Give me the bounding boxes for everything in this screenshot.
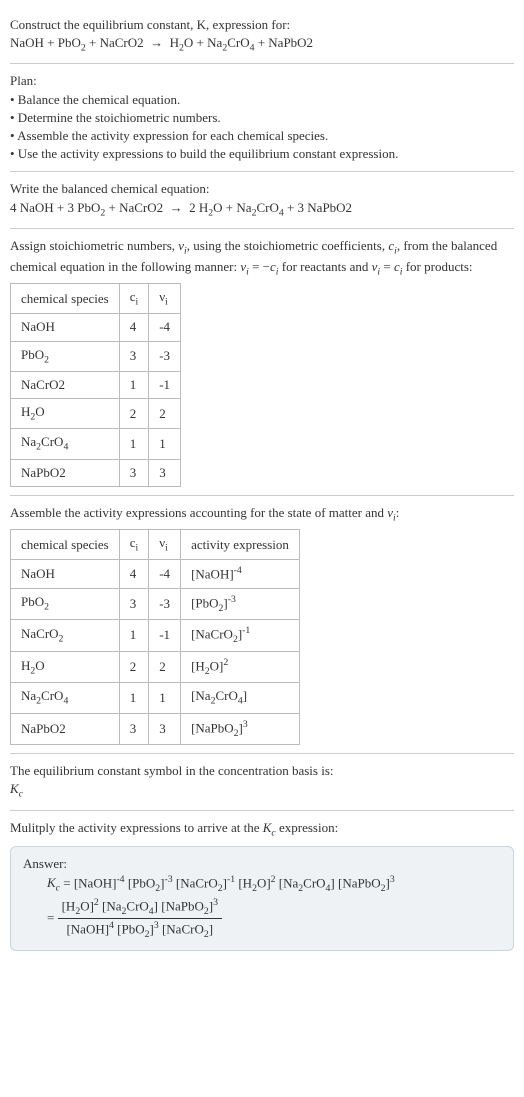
balanced-eq-heading: Write the balanced chemical equation: [10, 180, 514, 198]
activity-section: Assemble the activity expressions accoun… [10, 496, 514, 754]
stoich-table: chemical species ci νi NaOH4-4 PbO23-3 N… [10, 283, 181, 487]
stoich-intro: Assign stoichiometric numbers, νi, using… [10, 237, 514, 279]
col-species: chemical species [11, 529, 120, 559]
plan-section: Plan: • Balance the chemical equation. •… [10, 64, 514, 172]
col-nui: νi [149, 529, 181, 559]
col-ci: ci [119, 529, 149, 559]
plan-heading: Plan: [10, 72, 514, 90]
plan-bullet: • Determine the stoichiometric numbers. [10, 109, 514, 127]
table-row: H2O22[H2O]2 [11, 651, 300, 683]
table-row: NaPbO233[NaPbO2]3 [11, 713, 300, 745]
activity-table: chemical species ci νi activity expressi… [10, 529, 300, 745]
answer-box: Answer: Kc = [NaOH]-4 [PbO2]-3 [NaCrO2]-… [10, 846, 514, 951]
col-nui: νi [149, 284, 181, 314]
kc-expression-fraction: = [H2O]2 [Na2CrO4] [NaPbO2]3 [NaOH]4 [Pb… [47, 896, 501, 942]
table-row: NaOH4-4 [11, 314, 181, 341]
table-row: PbO23-3 [11, 341, 181, 371]
col-activity: activity expression [181, 529, 300, 559]
table-row: NaOH4-4[NaOH]-4 [11, 560, 300, 589]
balanced-eq: 4 NaOH + 3 PbO2 + NaCrO2 → 2 H2O + Na2Cr… [10, 199, 514, 220]
table-row: NaCrO21-1 [11, 371, 181, 398]
prompt-equation: NaOH + PbO2 + NaCrO2 → H2O + Na2CrO4 + N… [10, 34, 514, 55]
kc-symbol: Kc [10, 780, 514, 801]
multiply-section: Mulitply the activity expressions to arr… [10, 811, 514, 959]
plan-bullet: • Assemble the activity expression for e… [10, 127, 514, 145]
answer-label: Answer: [23, 855, 501, 873]
answer-body: Kc = [NaOH]-4 [PbO2]-3 [NaCrO2]-1 [H2O]2… [23, 873, 501, 942]
col-species: chemical species [11, 284, 120, 314]
kc-symbol-section: The equilibrium constant symbol in the c… [10, 754, 514, 810]
multiply-heading: Mulitply the activity expressions to arr… [10, 819, 514, 840]
kc-symbol-heading: The equilibrium constant symbol in the c… [10, 762, 514, 780]
plan-bullet: • Use the activity expressions to build … [10, 145, 514, 163]
table-row: Na2CrO411[Na2CrO4] [11, 683, 300, 713]
fraction-numerator: [H2O]2 [Na2CrO4] [NaPbO2]3 [58, 896, 222, 920]
prompt-section: Construct the equilibrium constant, K, e… [10, 8, 514, 64]
kc-expression-flat: Kc = [NaOH]-4 [PbO2]-3 [NaCrO2]-1 [H2O]2… [47, 873, 501, 896]
activity-intro: Assemble the activity expressions accoun… [10, 504, 514, 525]
table-row: PbO23-3[PbO2]-3 [11, 588, 300, 620]
fraction-denominator: [NaOH]4 [PbO2]3 [NaCrO2] [58, 919, 222, 942]
col-ci: ci [119, 284, 149, 314]
table-row: NaPbO233 [11, 459, 181, 486]
table-row: H2O22 [11, 399, 181, 429]
table-row: NaCrO21-1[NaCrO2]-1 [11, 620, 300, 652]
fraction: [H2O]2 [Na2CrO4] [NaPbO2]3 [NaOH]4 [PbO2… [58, 896, 222, 942]
stoich-section: Assign stoichiometric numbers, νi, using… [10, 229, 514, 496]
table-row: Na2CrO411 [11, 429, 181, 459]
balanced-eq-section: Write the balanced chemical equation: 4 … [10, 172, 514, 228]
plan-bullet: • Balance the chemical equation. [10, 91, 514, 109]
prompt-line1: Construct the equilibrium constant, K, e… [10, 16, 514, 34]
table-header-row: chemical species ci νi activity expressi… [11, 529, 300, 559]
table-header-row: chemical species ci νi [11, 284, 181, 314]
